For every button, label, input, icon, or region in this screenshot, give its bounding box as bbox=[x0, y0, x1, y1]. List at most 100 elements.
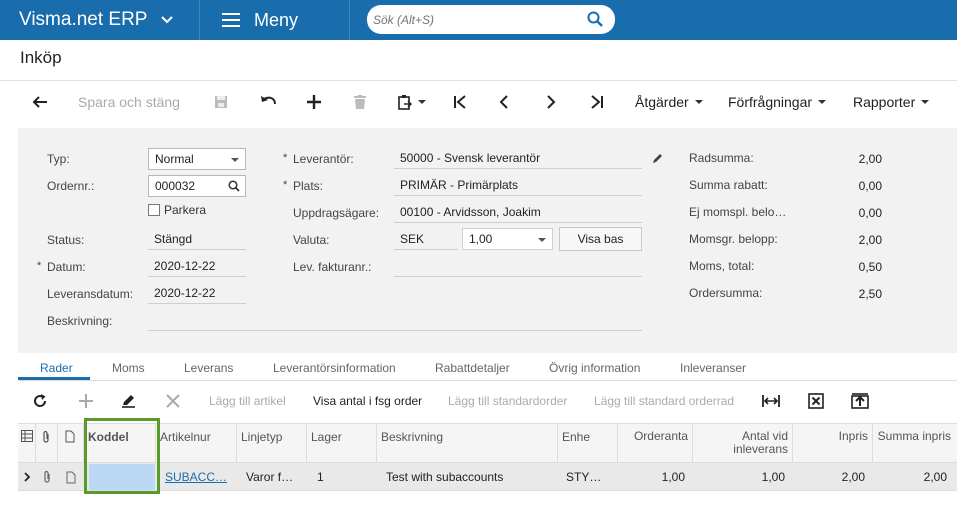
column-header-item[interactable]: Artikelnur bbox=[156, 424, 237, 464]
date-input[interactable]: 2020-12-22 bbox=[148, 255, 246, 277]
taxable-amount-label: Momsgr. belopp: bbox=[689, 232, 778, 246]
add-standard-order-button[interactable]: Lägg till standardorder bbox=[448, 385, 567, 417]
column-header-line-type[interactable]: Linjetyp bbox=[237, 424, 307, 464]
last-record-button[interactable] bbox=[590, 86, 604, 118]
selected-koddel-cell[interactable] bbox=[89, 464, 155, 490]
undo-button[interactable] bbox=[260, 86, 276, 118]
row-pointer-icon bbox=[20, 463, 36, 491]
column-header-unit[interactable]: Enhe bbox=[558, 424, 618, 464]
back-button[interactable] bbox=[32, 86, 48, 118]
column-header-koddel[interactable]: Koddel bbox=[84, 424, 156, 464]
status-label: Status: bbox=[47, 233, 85, 247]
grid-settings-icon bbox=[21, 430, 33, 442]
trash-icon bbox=[354, 95, 366, 109]
search-icon[interactable] bbox=[587, 11, 603, 27]
tax-exempt-value: 0,00 bbox=[858, 206, 882, 220]
export-excel-button[interactable] bbox=[808, 385, 824, 417]
menu-button[interactable]: Meny bbox=[200, 0, 350, 40]
order-no-input[interactable]: 000032 bbox=[148, 175, 246, 197]
line-type-cell[interactable]: Varor f… bbox=[242, 463, 307, 491]
type-select[interactable]: Normal bbox=[148, 148, 246, 170]
tab-receipts[interactable]: Inleveranser bbox=[680, 361, 746, 375]
tab-lines[interactable]: Rader bbox=[40, 361, 73, 375]
column-header-warehouse[interactable]: Lager bbox=[307, 424, 377, 464]
inquiries-menu[interactable]: Förfrågningar bbox=[728, 86, 827, 118]
actions-menu[interactable]: Åtgärder bbox=[635, 86, 703, 118]
caret-down-icon bbox=[538, 238, 546, 242]
reports-menu[interactable]: Rapporter bbox=[853, 86, 930, 118]
delete-button[interactable] bbox=[354, 86, 366, 118]
add-row-button[interactable] bbox=[79, 385, 93, 417]
add-button[interactable] bbox=[307, 86, 321, 118]
refresh-button[interactable] bbox=[33, 385, 47, 417]
undo-icon bbox=[261, 96, 276, 105]
tab-other-info[interactable]: Övrig information bbox=[549, 361, 640, 375]
caret-down-icon bbox=[231, 158, 239, 162]
tab-shipping[interactable]: Leverans bbox=[184, 361, 233, 375]
page-title: Inköp bbox=[20, 48, 62, 67]
show-base-button[interactable]: Visa bas bbox=[559, 227, 642, 251]
upload-button[interactable] bbox=[851, 385, 869, 417]
currency-rate-select[interactable]: 1,00 bbox=[462, 228, 553, 250]
excel-icon bbox=[808, 393, 824, 409]
fit-columns-button[interactable] bbox=[762, 385, 780, 417]
hold-checkbox[interactable] bbox=[148, 204, 160, 216]
search-icon[interactable] bbox=[228, 180, 240, 195]
save-button[interactable] bbox=[214, 86, 228, 118]
attachment-column-header bbox=[36, 424, 58, 464]
inquiries-label: Förfrågningar bbox=[728, 94, 813, 110]
tab-vendor-info[interactable]: Leverantörsinformation bbox=[273, 361, 396, 375]
column-header-description[interactable]: Beskrivning bbox=[377, 424, 558, 464]
owner-input[interactable]: 00100 - Arvidsson, Joakim bbox=[394, 201, 642, 223]
ext-cost-cell[interactable]: 2,00 bbox=[873, 463, 951, 491]
save-close-button[interactable]: Spara och stäng bbox=[78, 86, 180, 118]
fit-width-icon bbox=[762, 395, 780, 407]
description-cell[interactable]: Test with subaccounts bbox=[382, 463, 558, 491]
previous-record-button[interactable] bbox=[499, 86, 509, 118]
description-input[interactable] bbox=[148, 309, 642, 331]
order-qty-cell[interactable]: 1,00 bbox=[618, 463, 689, 491]
tab-tax[interactable]: Moms bbox=[112, 361, 145, 375]
add-item-button[interactable]: Lägg till artikel bbox=[209, 385, 286, 417]
note-icon[interactable] bbox=[62, 463, 84, 491]
edit-row-button[interactable] bbox=[122, 385, 136, 417]
column-header-received-qty[interactable]: Antal vid inleverans bbox=[693, 424, 793, 464]
delivery-date-label: Leveransdatum: bbox=[47, 287, 134, 301]
discount-total-value: 0,00 bbox=[858, 179, 882, 193]
company-switcher[interactable]: Visma.net ERP bbox=[0, 0, 200, 40]
show-qty-button[interactable]: Visa antal i fsg order bbox=[313, 385, 422, 417]
brand-label: Visma.net ERP bbox=[19, 9, 148, 30]
tab-discounts[interactable]: Rabattdetaljer bbox=[435, 361, 510, 375]
type-label: Typ: bbox=[47, 152, 70, 166]
unit-cost-cell[interactable]: 2,00 bbox=[793, 463, 869, 491]
column-header-unit-cost[interactable]: Inpris bbox=[793, 424, 873, 464]
warehouse-cell[interactable]: 1 bbox=[313, 463, 377, 491]
delivery-date-input[interactable]: 2020-12-22 bbox=[148, 282, 246, 304]
edit-icon[interactable] bbox=[652, 152, 664, 167]
item-cell-link[interactable]: SUBACC… bbox=[161, 463, 237, 491]
table-row[interactable]: SUBACC… Varor f… 1 Test with subaccounts… bbox=[18, 463, 957, 491]
caret-down-icon bbox=[921, 100, 930, 104]
location-input[interactable]: PRIMÄR - Primärplats bbox=[394, 174, 642, 196]
clipboard-icon bbox=[398, 95, 412, 110]
first-record-button[interactable] bbox=[453, 86, 467, 118]
reports-label: Rapporter bbox=[853, 94, 916, 110]
currency-input[interactable]: SEK bbox=[394, 228, 458, 250]
column-header-ext-cost[interactable]: Summa inpris bbox=[873, 424, 957, 464]
tab-bar: Rader Moms Leverans Leverantörsinformati… bbox=[18, 356, 957, 382]
delete-row-button[interactable] bbox=[166, 385, 180, 417]
paperclip-icon[interactable] bbox=[38, 463, 58, 491]
paste-dropdown[interactable] bbox=[398, 86, 426, 118]
vendor-input[interactable]: 50000 - Svensk leverantör bbox=[394, 147, 642, 169]
vendor-invoice-input[interactable] bbox=[394, 255, 642, 277]
next-record-button[interactable] bbox=[546, 86, 556, 118]
column-header-order-qty[interactable]: Orderanta bbox=[618, 424, 693, 464]
received-qty-cell[interactable]: 1,00 bbox=[693, 463, 789, 491]
required-marker: * bbox=[283, 179, 288, 191]
unit-cell[interactable]: STY… bbox=[562, 463, 618, 491]
column-settings-button[interactable] bbox=[18, 424, 36, 464]
location-label: Plats: bbox=[293, 179, 324, 193]
search-input[interactable] bbox=[373, 12, 573, 27]
note-column-header bbox=[58, 424, 84, 464]
add-standard-order-row-button[interactable]: Lägg till standard orderrad bbox=[594, 385, 734, 417]
